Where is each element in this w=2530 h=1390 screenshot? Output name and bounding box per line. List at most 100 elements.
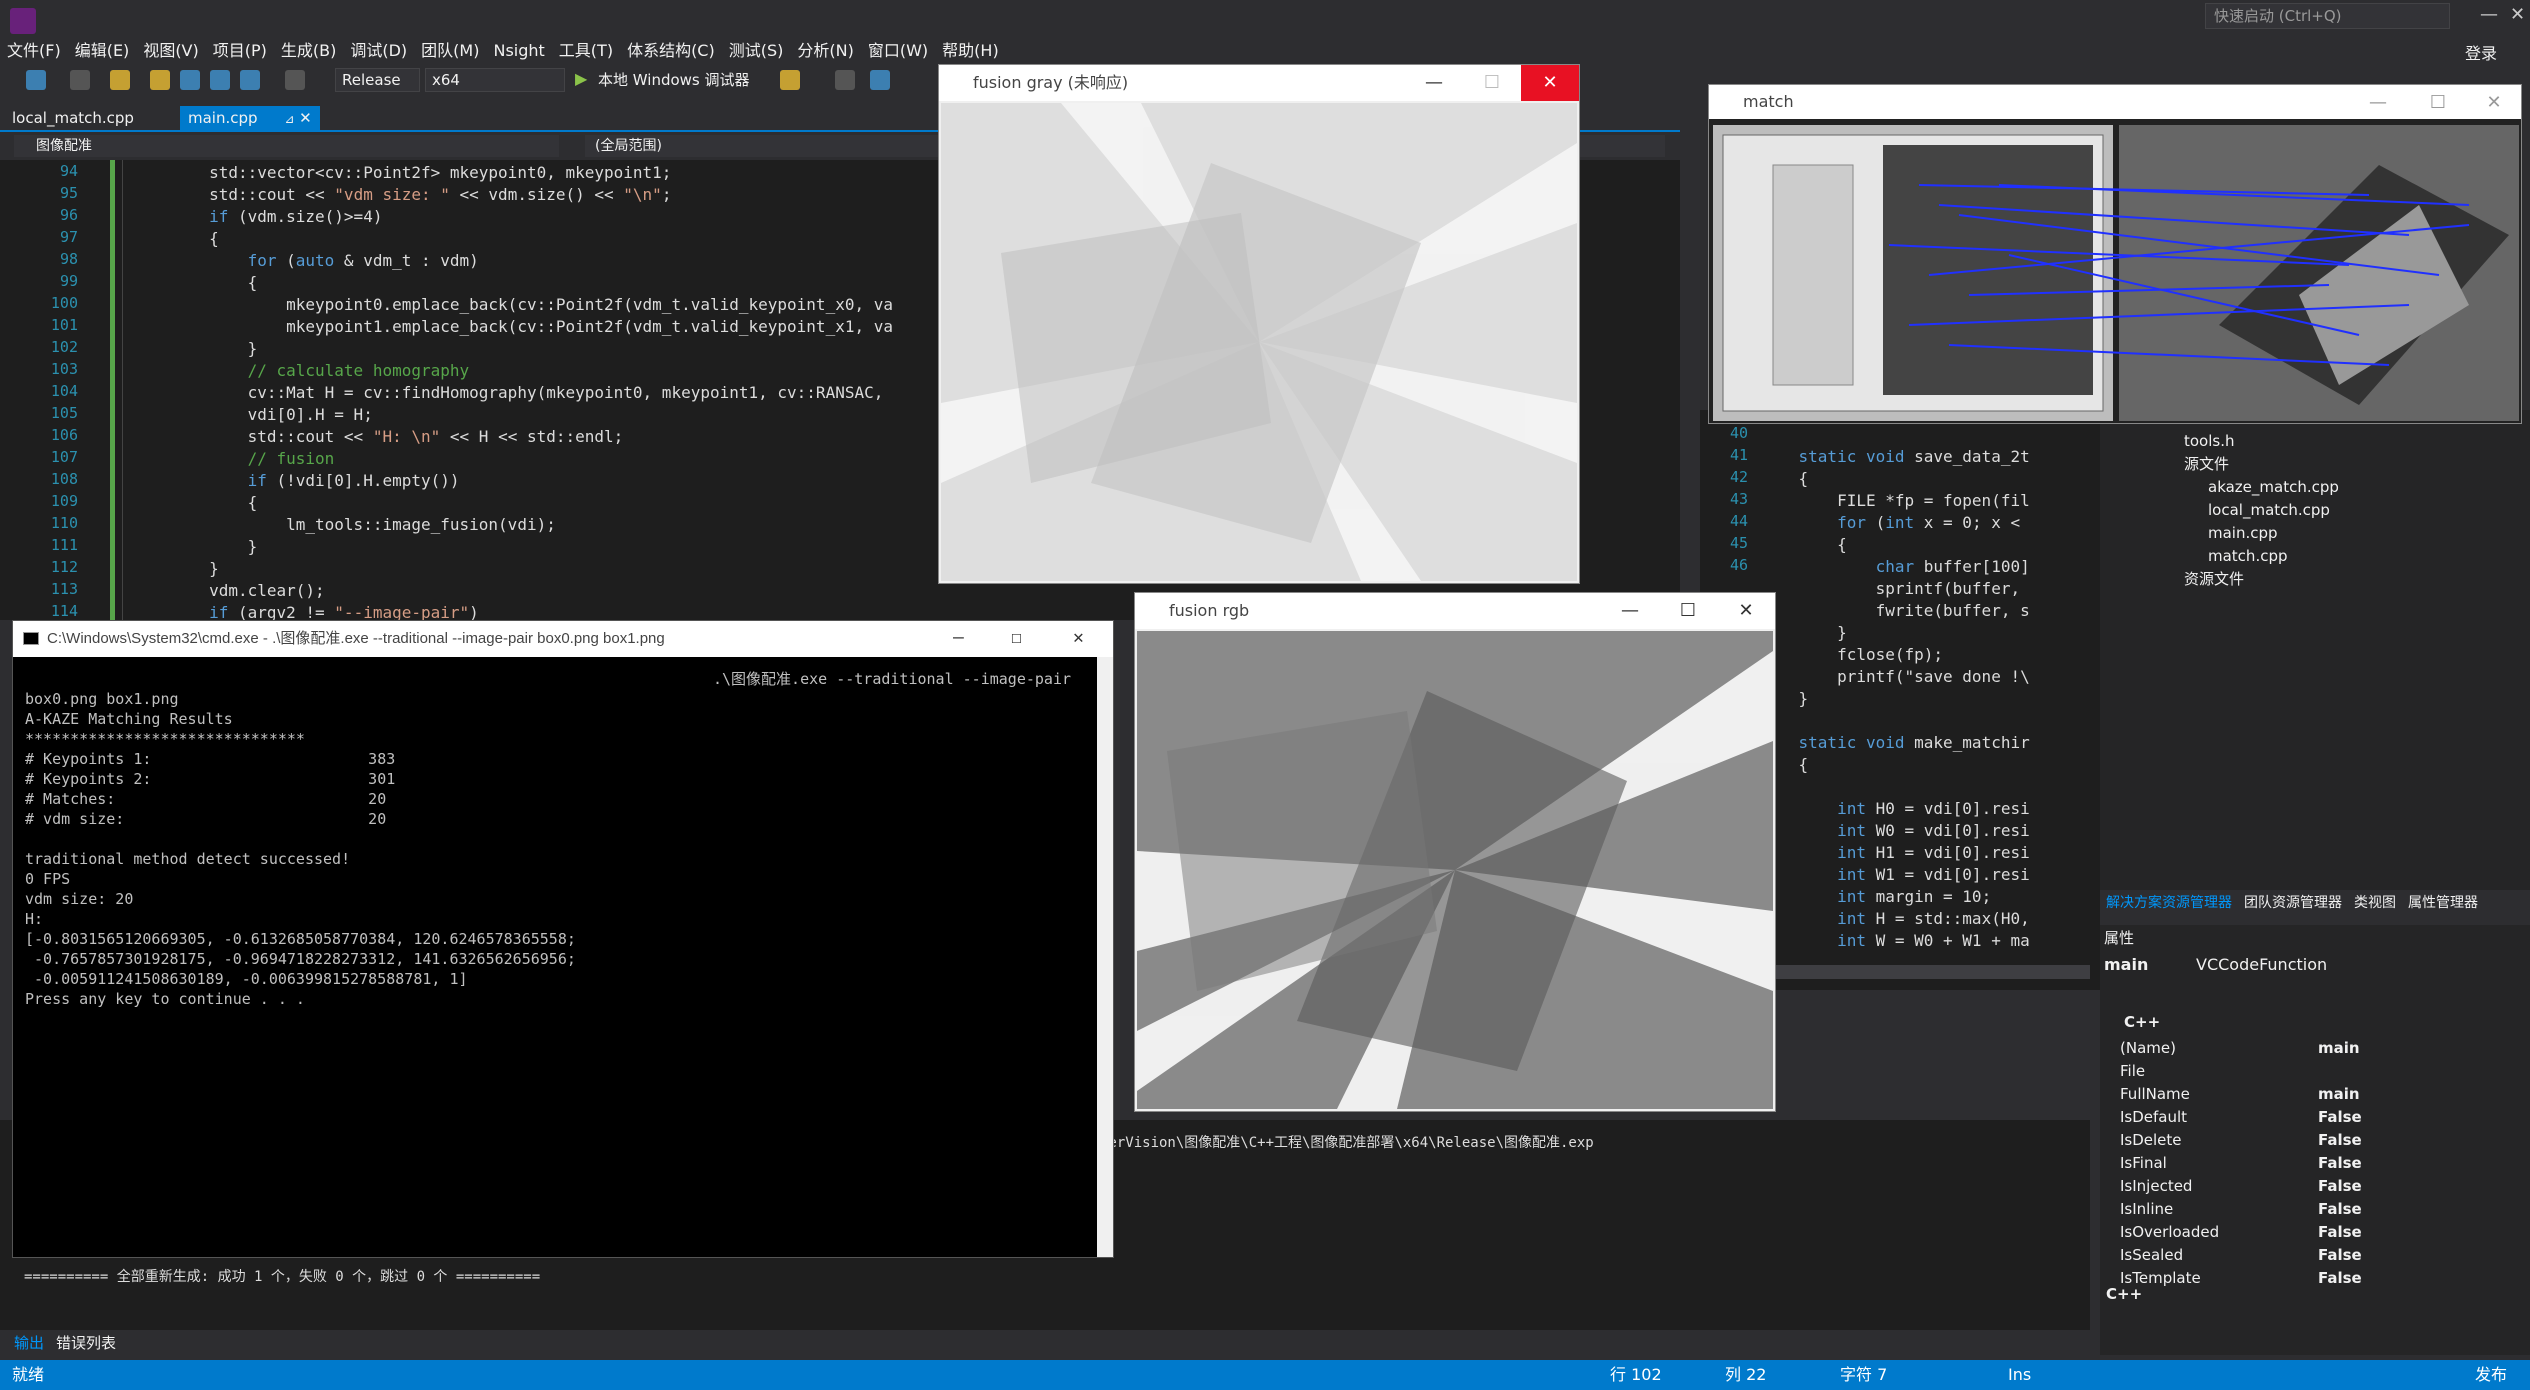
property-key: IsFinal [2120, 1154, 2167, 1172]
code-line: // fusion [132, 449, 335, 468]
toolbar-extra3-icon[interactable] [870, 70, 890, 90]
sol-item-main[interactable]: main.cpp [2208, 522, 2278, 544]
fusion-rgb-window[interactable]: fusion rgb — ☐ ✕ [1134, 592, 1776, 1112]
fusion-rgb-close-icon[interactable]: ✕ [1717, 593, 1775, 629]
cmd-window[interactable]: C:\Windows\System32\cmd.exe - .\图像配准.exe… [12, 620, 1114, 1258]
back-icon[interactable] [26, 70, 46, 90]
cmd-maximize-icon[interactable]: ☐ [1011, 627, 1022, 648]
match-maximize-icon[interactable]: ☐ [2409, 85, 2467, 121]
menu-bar: 文件(F) 编辑(E) 视图(V) 项目(P) 生成(B) 调试(D) 团队(M) Nsigh… [0, 38, 2530, 64]
fusion-gray-minimize-icon[interactable]: — [1405, 65, 1463, 101]
play-icon[interactable]: ▶ [575, 69, 587, 88]
menu-window[interactable]: 窗口(W) [861, 38, 935, 64]
tab-main-cpp[interactable]: main.cpp ⊿ ✕ [180, 106, 320, 130]
code-line: int W0 = vdi[0].resi [1837, 821, 2030, 840]
code-line: if (!vdi[0].H.empty()) [247, 471, 460, 490]
property-row[interactable]: IsOverloaded False [2120, 1221, 2520, 1243]
menu-help[interactable]: 帮助(H) [935, 38, 1006, 64]
property-row[interactable]: IsDelete False [2120, 1129, 2520, 1151]
menu-team[interactable]: 团队(M) [414, 38, 486, 64]
sol-item-local-match[interactable]: local_match.cpp [2208, 499, 2330, 521]
property-row[interactable]: IsTemplate False [2120, 1267, 2520, 1289]
fusion-gray-graphic [941, 103, 1577, 581]
line-number: 107 [50, 448, 78, 466]
close-icon[interactable]: ✕ [2510, 4, 2525, 25]
code-line: std::vector<cv::Point2f> mkeypoint0, mke… [132, 163, 672, 182]
cmd-close-icon[interactable]: ✕ [1073, 627, 1084, 648]
new-project-icon[interactable] [110, 70, 130, 90]
minimize-icon[interactable]: — [2480, 4, 2498, 25]
menu-view[interactable]: 视图(V) [136, 38, 205, 64]
tab-output[interactable]: 输出 [14, 1332, 44, 1353]
property-row[interactable]: IsFinal False [2120, 1152, 2520, 1174]
property-value: False [2318, 1269, 2362, 1287]
menu-analyze[interactable]: 分析(N) [790, 38, 860, 64]
sol-folder-source[interactable]: 源文件 [2184, 453, 2229, 475]
sol-folder-resources[interactable]: 资源文件 [2184, 568, 2244, 590]
sol-item-tools-h[interactable]: tools.h [2184, 430, 2235, 452]
undo-icon[interactable] [240, 70, 260, 90]
tab-class-view[interactable]: 类视图 [2348, 895, 2402, 911]
fusion-gray-maximize-icon[interactable]: ☐ [1463, 65, 1521, 101]
menu-test[interactable]: 测试(S) [722, 38, 791, 64]
match-lines [1888, 184, 2470, 366]
cmd-scrollbar[interactable] [1097, 657, 1113, 1257]
menu-nsight[interactable]: Nsight [486, 38, 551, 64]
property-row[interactable]: IsDefault False [2120, 1106, 2520, 1128]
property-row[interactable]: IsInjected False [2120, 1175, 2520, 1197]
fusion-gray-close-icon[interactable]: ✕ [1521, 65, 1579, 101]
menu-project[interactable]: 项目(P) [206, 38, 274, 64]
start-debugging-button[interactable]: 本地 Windows 调试器 [598, 69, 750, 90]
menu-edit[interactable]: 编辑(E) [68, 38, 137, 64]
code-line: mkeypoint0.emplace_back(cv::Point2f(vdm_… [132, 295, 893, 314]
property-key: (Name) [2120, 1039, 2176, 1057]
tab-error-list[interactable]: 错误列表 [56, 1332, 116, 1353]
sol-item-match[interactable]: match.cpp [2208, 545, 2288, 567]
platform-select[interactable]: x64 [425, 68, 565, 92]
property-value: False [2318, 1154, 2362, 1172]
tab-property-manager[interactable]: 属性管理器 [2402, 895, 2484, 911]
match-minimize-icon[interactable]: — [2349, 85, 2407, 121]
menu-architecture[interactable]: 体系结构(C) [620, 38, 722, 64]
toolbar-extra-icon[interactable] [780, 70, 800, 90]
line-number: 43 [1729, 490, 1748, 508]
property-row[interactable]: FullName main [2120, 1083, 2520, 1105]
property-row[interactable]: (Name) main [2120, 1037, 2520, 1059]
property-row[interactable]: IsInline False [2120, 1198, 2520, 1220]
vs-title-bar: 快速启动 (Ctrl+Q) — ✕ 登录 [0, 0, 2530, 63]
tab-close-icon[interactable]: ✕ [299, 109, 312, 127]
property-row[interactable]: File [2120, 1060, 2520, 1082]
save-all-icon[interactable] [210, 70, 230, 90]
property-key: IsOverloaded [2120, 1223, 2220, 1241]
save-icon[interactable] [180, 70, 200, 90]
publish-button[interactable]: 发布 [2475, 1360, 2507, 1390]
tab-local-match[interactable]: local_match.cpp [4, 106, 142, 130]
property-row[interactable]: IsSealed False [2120, 1244, 2520, 1266]
menu-build[interactable]: 生成(B) [274, 38, 343, 64]
toolbar-extra2-icon[interactable] [835, 70, 855, 90]
tab-solution-explorer[interactable]: 解决方案资源管理器 [2100, 895, 2238, 911]
menu-file[interactable]: 文件(F) [0, 38, 68, 64]
open-icon[interactable] [150, 70, 170, 90]
match-window[interactable]: match — ☐ ✕ [1708, 84, 2522, 424]
fusion-rgb-maximize-icon[interactable]: ☐ [1659, 593, 1717, 629]
configuration-select[interactable]: Release [335, 68, 420, 92]
pin-icon[interactable]: ⊿ [284, 112, 294, 126]
tab-team-explorer[interactable]: 团队资源管理器 [2238, 895, 2348, 911]
quick-launch-input[interactable]: 快速启动 (Ctrl+Q) [2205, 3, 2450, 29]
redo-icon[interactable] [285, 70, 305, 90]
cmd-app-icon [23, 632, 39, 645]
forward-icon[interactable] [70, 70, 90, 90]
cmd-minimize-icon[interactable]: — [953, 627, 964, 648]
properties-panel: 属性 main VCCodeFunction C++ (Name) main Fil… [2100, 925, 2530, 1355]
fusion-gray-window[interactable]: fusion gray (未响应) — ☐ ✕ [938, 64, 1580, 584]
line-number: 103 [50, 360, 78, 378]
code-line: if (argv2 != "--image-pair") [209, 603, 479, 620]
sol-item-akaze[interactable]: akaze_match.cpp [2208, 476, 2339, 498]
menu-debug[interactable]: 调试(D) [343, 38, 414, 64]
fusion-rgb-minimize-icon[interactable]: — [1601, 593, 1659, 629]
project-dropdown[interactable]: 图像配准 [14, 135, 559, 157]
menu-tools[interactable]: 工具(T) [552, 38, 620, 64]
line-number: 99 [59, 272, 78, 290]
match-close-icon[interactable]: ✕ [2465, 85, 2521, 121]
